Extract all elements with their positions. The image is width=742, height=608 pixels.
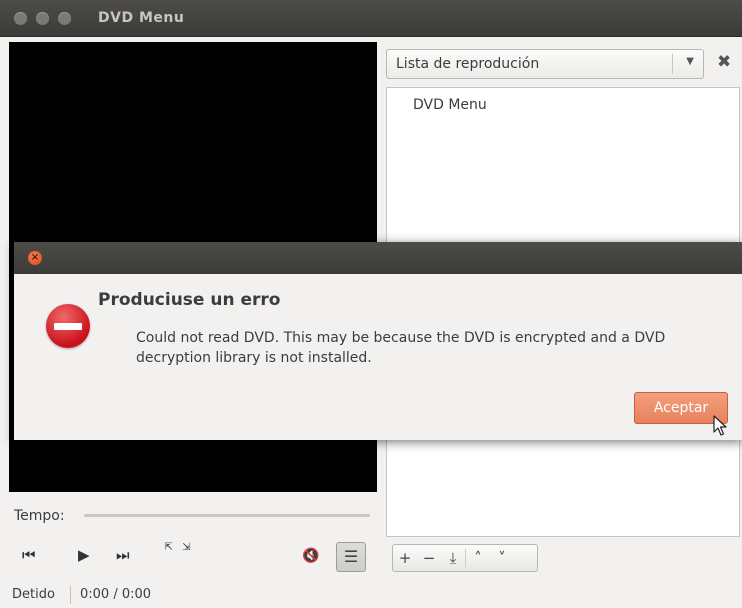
fullscreen-glyph: ⇱ ⇲: [164, 542, 194, 553]
tempo-label: Tempo:: [14, 508, 65, 524]
volume-muted-icon[interactable]: 🔇: [302, 548, 319, 564]
status-text: Detido: [12, 587, 55, 602]
dropdown-separator: [672, 54, 673, 74]
playlist-dropdown[interactable]: Lista de reprodución ▼: [386, 49, 704, 79]
list-icon: ☰: [343, 547, 359, 566]
error-dialog: × Produciuse un erro Could not read DVD.…: [14, 242, 742, 440]
playlist-toggle-button[interactable]: ☰: [336, 542, 366, 572]
status-divider: [70, 586, 71, 604]
window-title: DVD Menu: [98, 10, 185, 26]
fullscreen-icon[interactable]: ⇱ ⇲: [164, 542, 194, 570]
status-time: 0:00 / 0:00: [80, 587, 152, 602]
error-icon: [46, 304, 90, 348]
move-down-icon[interactable]: ˅: [490, 549, 514, 567]
window-maximize-button[interactable]: [58, 12, 71, 25]
add-icon[interactable]: +: [393, 549, 417, 567]
window-minimize-button[interactable]: [36, 12, 49, 25]
remove-icon[interactable]: −: [417, 549, 441, 567]
save-icon[interactable]: ⤓: [441, 549, 465, 567]
list-item[interactable]: DVD Menu: [413, 97, 487, 113]
chevron-down-icon: ▼: [686, 56, 694, 67]
move-up-icon[interactable]: ˄: [465, 549, 490, 567]
previous-icon[interactable]: ⏮: [22, 546, 36, 564]
dialog-heading: Produciuse un erro: [98, 290, 281, 310]
close-icon: ×: [30, 252, 40, 263]
play-icon[interactable]: ▶: [78, 546, 90, 564]
sidebar-close-icon[interactable]: ✖: [717, 52, 731, 72]
dialog-titlebar: ×: [14, 242, 742, 274]
playlist-toolbar: + − ⤓ ˄ ˅: [392, 544, 538, 572]
window-close-button[interactable]: [14, 12, 27, 25]
playlist-dropdown-label: Lista de reprodución: [396, 56, 540, 72]
mouse-cursor-icon: [713, 415, 727, 436]
dialog-close-button[interactable]: ×: [28, 251, 42, 265]
seek-slider[interactable]: [84, 514, 370, 517]
next-icon[interactable]: ⏭: [116, 546, 130, 564]
window-titlebar: DVD Menu: [0, 0, 742, 37]
dialog-message: Could not read DVD. This may be because …: [136, 330, 666, 366]
